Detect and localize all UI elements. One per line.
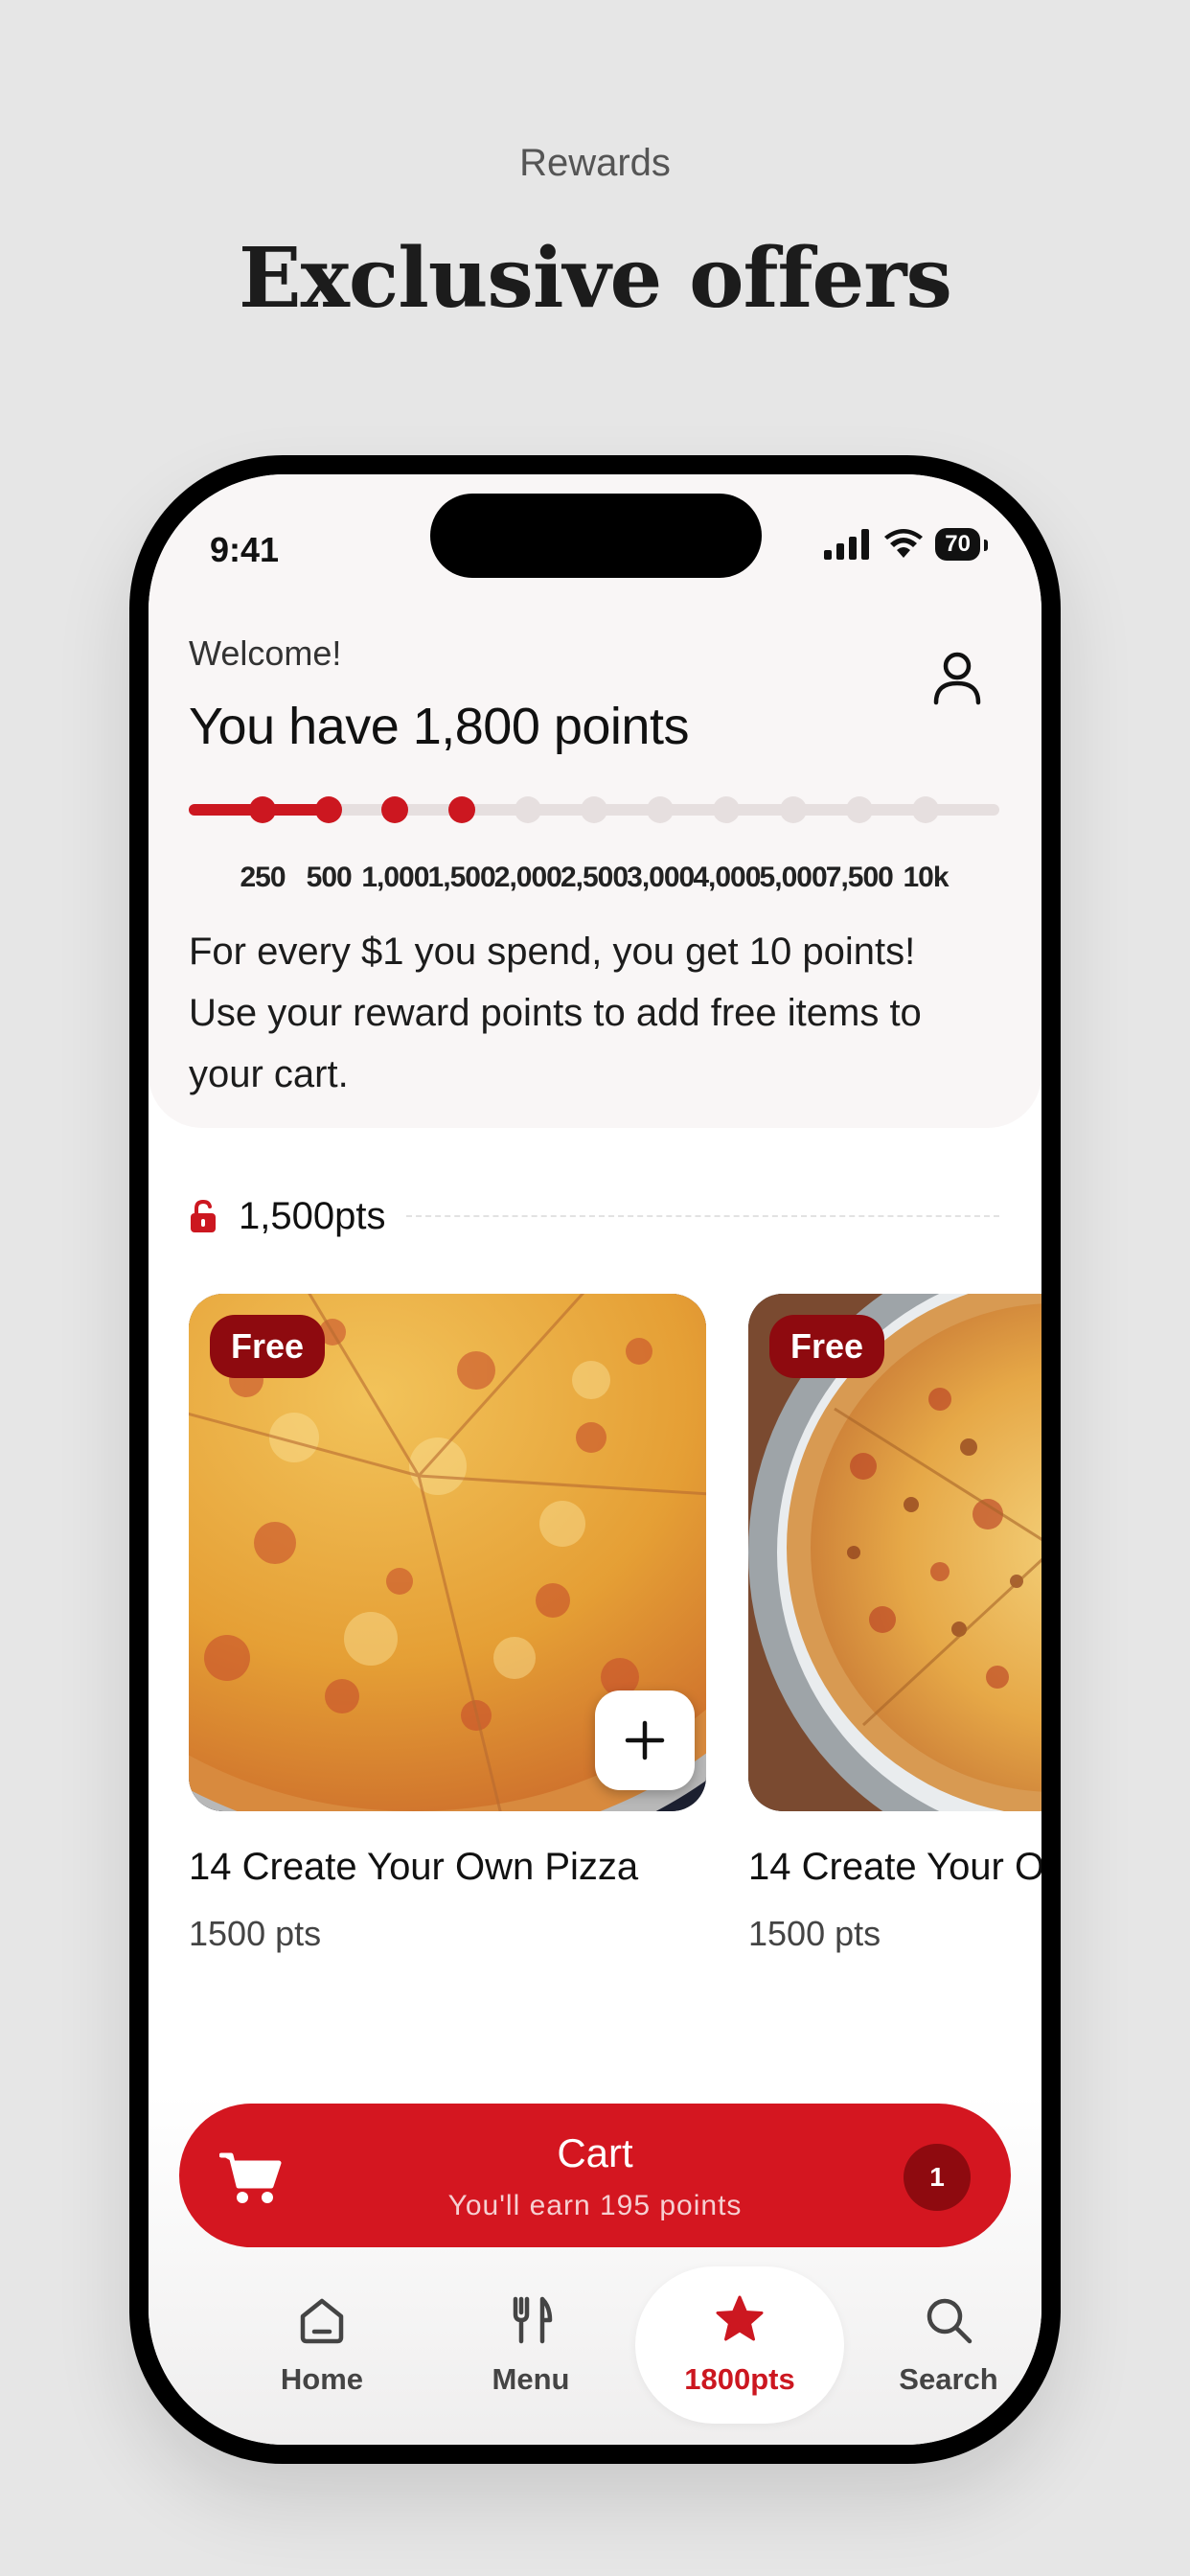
progress-milestone-dot xyxy=(315,796,343,823)
home-icon xyxy=(300,2298,344,2344)
battery-indicator: 70 xyxy=(935,528,988,561)
progress-milestone-label: 3,000 xyxy=(627,862,695,893)
progress-milestone-label: 5,000 xyxy=(759,862,828,893)
progress-milestone-label: 250 xyxy=(240,862,286,893)
product-title[interactable]: 14 Create Your Own Pizza xyxy=(189,1846,706,1889)
tab-menu[interactable]: Menu xyxy=(426,2266,635,2424)
points-balance: You have 1,800 points xyxy=(189,698,689,755)
free-badge: Free xyxy=(210,1315,326,1378)
phone-frame: 9:41 70 Welcome! You have 1,800 points 2… xyxy=(129,455,1061,2464)
product-points: 1500 pts xyxy=(189,1914,322,1953)
status-time: 9:41 xyxy=(210,530,280,569)
progress-milestone-dot xyxy=(779,796,807,823)
product-title[interactable]: 14 Create Your Own Pizza xyxy=(748,1846,1041,1889)
tab-menu-label: Menu xyxy=(492,2362,570,2396)
progress-milestone-label: 1,000 xyxy=(361,862,429,893)
profile-icon[interactable] xyxy=(930,649,984,706)
progress-milestone-dot xyxy=(447,796,475,823)
progress-milestone-dot xyxy=(249,796,276,823)
utensils-icon xyxy=(513,2296,553,2344)
progress-milestone-label: 10k xyxy=(903,862,949,893)
dynamic-island xyxy=(430,494,762,578)
tab-home[interactable]: Home xyxy=(217,2266,426,2424)
rewards-header-card: 9:41 70 Welcome! You have 1,800 points 2… xyxy=(149,474,1041,1128)
wifi-icon xyxy=(884,529,924,558)
product-card[interactable]: Free 14 Create Your Own Pizza 1500 pts xyxy=(748,1294,1041,1954)
page-headline: Exclusive offers xyxy=(239,230,952,327)
progress-milestone-label: 500 xyxy=(306,862,353,893)
tab-rewards[interactable]: 1800pts xyxy=(635,2266,844,2424)
progress-milestone-label: 2,500 xyxy=(560,862,629,893)
tab-home-label: Home xyxy=(280,2362,364,2396)
product-points: 1500 pts xyxy=(748,1914,881,1953)
progress-milestone-dot xyxy=(514,796,541,823)
product-image[interactable]: Free xyxy=(189,1294,706,1811)
signal-icon xyxy=(824,529,870,560)
progress-milestone-label: 7,500 xyxy=(825,862,894,893)
plus-icon xyxy=(625,1720,665,1760)
cart-count-badge: 1 xyxy=(904,2144,971,2211)
tab-search[interactable]: Search xyxy=(844,2266,1041,2424)
cart-earn-points: You'll earn 195 points xyxy=(447,2190,743,2221)
status-indicators: 70 xyxy=(824,528,988,561)
tier-label: 1,500pts xyxy=(239,1194,386,1237)
tab-rewards-label: 1800pts xyxy=(684,2362,795,2396)
app-screen: 9:41 70 Welcome! You have 1,800 points 2… xyxy=(149,474,1041,2445)
progress-milestone-label: 4,000 xyxy=(693,862,761,893)
tab-search-label: Search xyxy=(899,2362,998,2396)
progress-milestone-label: 1,500 xyxy=(427,862,496,893)
search-icon xyxy=(927,2298,973,2344)
progress-milestone-dot xyxy=(912,796,939,823)
progress-milestone-dot xyxy=(713,796,741,823)
unlock-icon xyxy=(191,1199,216,1232)
tier-header: 1,500pts xyxy=(189,1191,999,1241)
progress-milestone-dot xyxy=(381,796,409,823)
progress-milestone-dot xyxy=(581,796,607,823)
progress-milestone-label: 2,000 xyxy=(493,862,562,893)
welcome-text: Welcome! xyxy=(189,633,342,673)
progress-milestone-dot xyxy=(845,796,873,823)
cart-button[interactable]: Cart You'll earn 195 points 1 xyxy=(179,2104,1011,2247)
tier-divider xyxy=(406,1215,999,1217)
add-to-cart-button[interactable] xyxy=(595,1690,695,1790)
free-badge: Free xyxy=(769,1315,885,1378)
tab-bar: Home Menu 1800pts Search xyxy=(149,2266,1041,2429)
progress-milestone-dot xyxy=(647,796,675,823)
cart-title: Cart xyxy=(557,2130,633,2175)
product-image[interactable]: Free xyxy=(748,1294,1041,1811)
star-icon xyxy=(716,2295,764,2341)
page-eyebrow: Rewards xyxy=(519,142,671,184)
rewards-description: For every $1 you spend, you get 10 point… xyxy=(189,931,922,1095)
product-card[interactable]: Free 14 Create Your Own Pizza 1500 pts xyxy=(189,1294,706,1954)
